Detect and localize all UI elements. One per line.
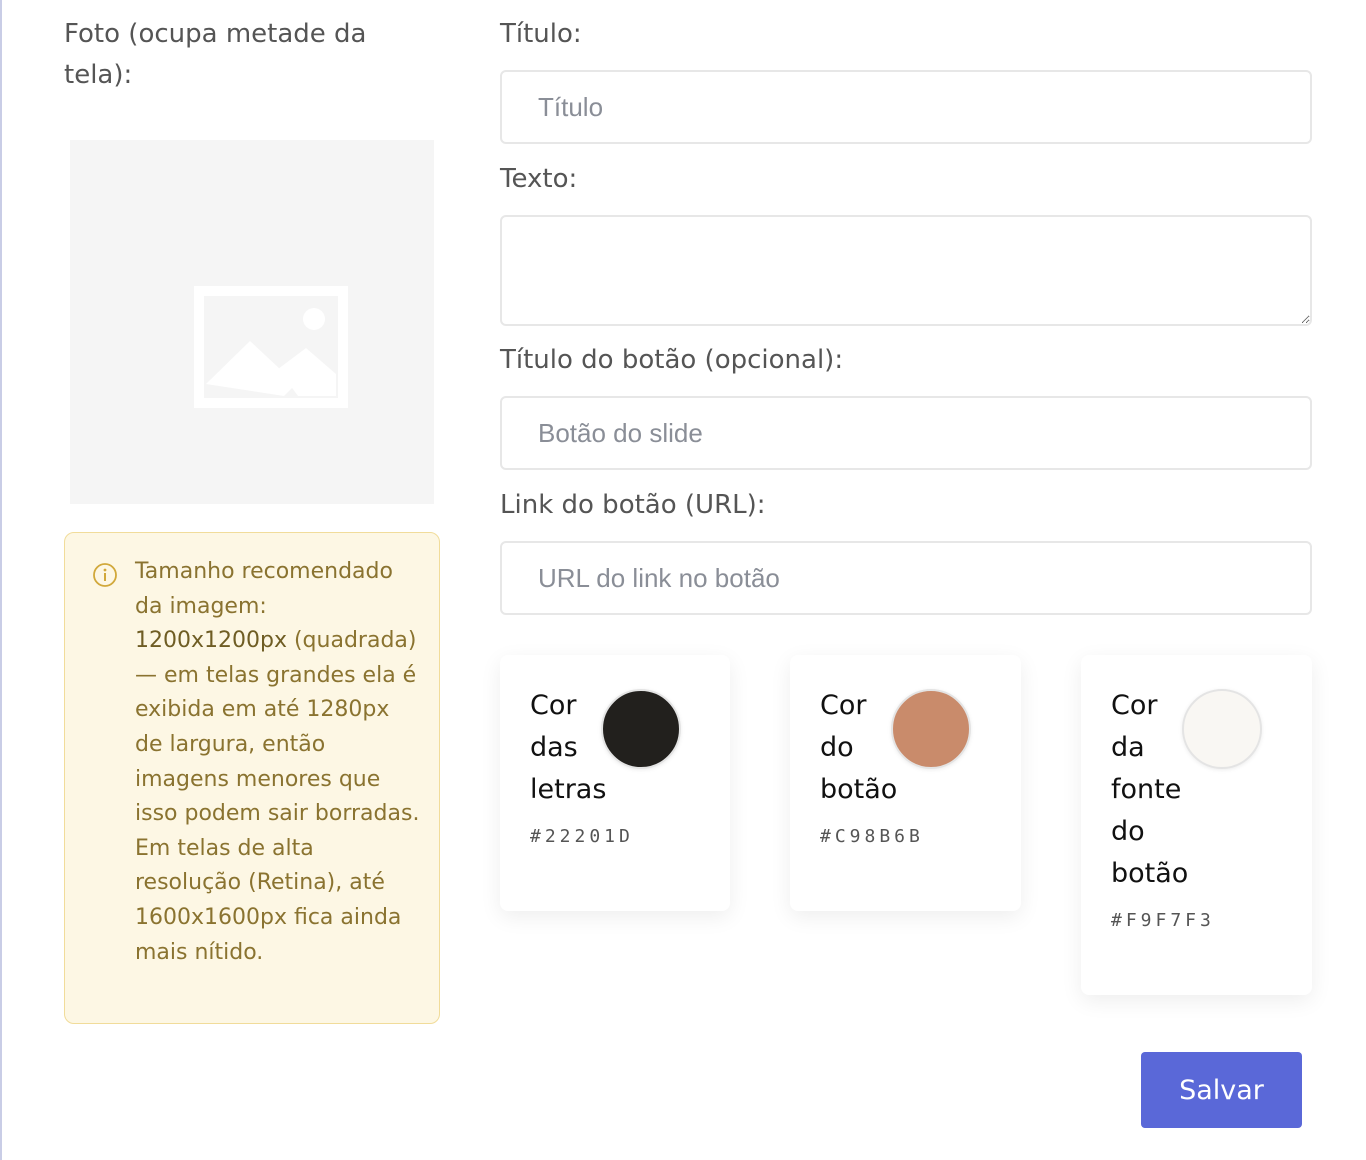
color-card-button-font[interactable]: Cor da fonte do botão #F9F7F3 bbox=[1081, 655, 1312, 995]
color-card-label: Cor do botão bbox=[820, 690, 898, 805]
button-title-label: Título do botão (opcional): bbox=[500, 345, 844, 375]
color-card-label: Cor das letras bbox=[530, 690, 607, 805]
notice-text: Tamanho recomendado da imagem: 1200x1200… bbox=[135, 555, 421, 970]
color-swatch[interactable] bbox=[891, 689, 971, 769]
text-textarea[interactable] bbox=[500, 215, 1312, 326]
color-swatch[interactable] bbox=[1182, 689, 1262, 769]
color-swatch[interactable] bbox=[601, 689, 681, 769]
color-card-label: Cor da fonte do botão bbox=[1111, 690, 1189, 889]
photo-upload-area[interactable] bbox=[70, 140, 434, 504]
text-label: Texto: bbox=[500, 164, 578, 194]
color-hex-value: #C98B6B bbox=[820, 826, 924, 847]
image-placeholder-icon bbox=[194, 286, 348, 408]
notice-text-before: Tamanho recomendado da imagem: bbox=[135, 559, 393, 619]
button-link-input[interactable] bbox=[500, 541, 1312, 615]
button-link-label: Link do botão (URL): bbox=[500, 490, 766, 520]
save-button[interactable]: Salvar bbox=[1141, 1052, 1302, 1128]
color-hex-value: #22201D bbox=[530, 826, 634, 847]
notice-recommended-size: 1200x1200px bbox=[135, 628, 287, 654]
color-card-text[interactable]: Cor das letras #22201D bbox=[500, 655, 730, 911]
image-size-notice: Tamanho recomendado da imagem: 1200x1200… bbox=[64, 532, 440, 1024]
page-left-border bbox=[0, 0, 2, 1160]
title-input[interactable] bbox=[500, 70, 1312, 144]
color-hex-value: #F9F7F3 bbox=[1111, 910, 1215, 931]
title-label: Título: bbox=[500, 19, 582, 49]
photo-label: Foto (ocupa metade da tela): bbox=[64, 19, 367, 90]
info-icon bbox=[93, 563, 117, 587]
button-title-input[interactable] bbox=[500, 396, 1312, 470]
color-card-button[interactable]: Cor do botão #C98B6B bbox=[790, 655, 1021, 911]
notice-text-after: (quadrada) — em telas grandes ela é exib… bbox=[135, 628, 420, 965]
